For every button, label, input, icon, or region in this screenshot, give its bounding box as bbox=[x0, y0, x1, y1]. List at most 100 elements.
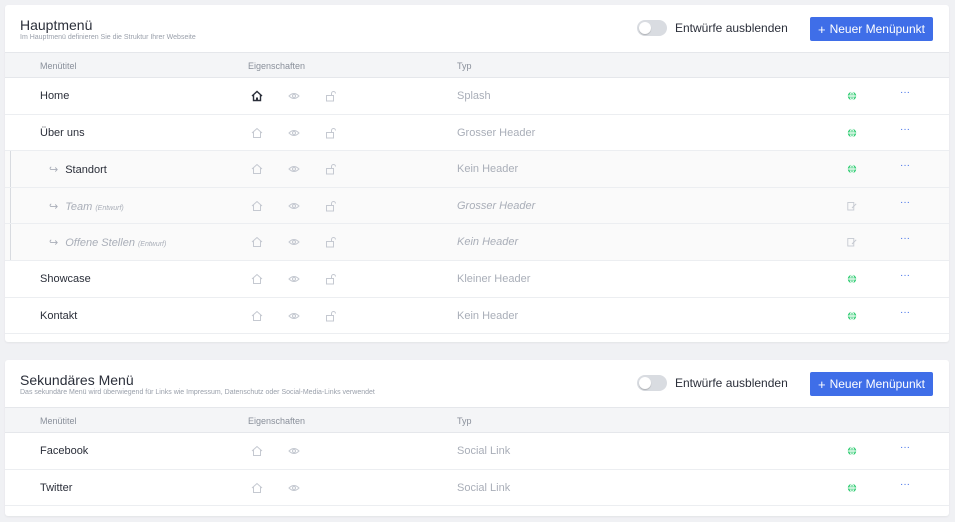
column-header-title: Menütitel bbox=[40, 416, 77, 426]
unlock-icon[interactable] bbox=[322, 197, 340, 215]
unlock-icon[interactable] bbox=[322, 160, 340, 178]
eye-icon[interactable] bbox=[285, 233, 303, 251]
menu-item-title[interactable]: Über uns bbox=[40, 127, 85, 139]
menu-item-type: Social Link bbox=[457, 445, 511, 457]
sub-item-arrow-icon: ↪ bbox=[49, 237, 59, 250]
menu-item-title[interactable]: Twitter bbox=[40, 482, 72, 494]
home-icon[interactable] bbox=[248, 87, 266, 105]
globe-icon bbox=[847, 91, 857, 101]
more-options-button[interactable]: ··· bbox=[900, 160, 910, 171]
more-options-button[interactable]: ··· bbox=[900, 124, 910, 135]
table-row[interactable]: Facebook Social Link ··· bbox=[5, 433, 949, 470]
more-options-button[interactable]: ··· bbox=[900, 197, 910, 208]
toggle-knob bbox=[639, 377, 651, 389]
menu-item-title[interactable]: Kontakt bbox=[40, 310, 77, 322]
globe-icon bbox=[847, 482, 857, 493]
sub-item-arrow-icon: ↪ bbox=[49, 164, 59, 177]
card-header: Sekundäres Menü Das sekundäre Menü wird … bbox=[5, 360, 949, 407]
home-icon[interactable] bbox=[248, 442, 266, 460]
sub-item-arrow-icon: ↪ bbox=[49, 200, 59, 213]
eye-icon[interactable] bbox=[285, 160, 303, 178]
more-options-button[interactable]: ··· bbox=[900, 479, 910, 490]
column-header-title: Menütitel bbox=[40, 61, 77, 71]
table-row[interactable]: ↪ Standort Kein Header ··· bbox=[5, 151, 949, 188]
menu-item-title[interactable]: Facebook bbox=[40, 445, 88, 457]
column-header-type: Typ bbox=[457, 416, 472, 426]
home-icon[interactable] bbox=[248, 479, 266, 497]
more-options-button[interactable]: ··· bbox=[900, 87, 910, 98]
eye-icon[interactable] bbox=[285, 479, 303, 497]
menu-item-title[interactable]: Home bbox=[40, 90, 69, 102]
table-row[interactable]: ↪ Team (Entwurf) Grosser Header ··· bbox=[5, 187, 949, 225]
menu-item-title[interactable]: ↪ Offene Stellen (Entwurf) bbox=[49, 236, 166, 249]
unlock-icon[interactable] bbox=[322, 124, 340, 142]
plus-icon: + bbox=[818, 21, 826, 37]
eye-icon[interactable] bbox=[285, 197, 303, 215]
globe-icon bbox=[847, 127, 857, 138]
card-title: Hauptmenü bbox=[20, 17, 93, 33]
home-icon[interactable] bbox=[248, 233, 266, 251]
toggle-label: Entwürfe ausblenden bbox=[675, 21, 788, 35]
draft-tag: (Entwurf) bbox=[137, 241, 167, 249]
table-row[interactable]: Showcase Kleiner Header ··· bbox=[5, 261, 949, 298]
eye-icon[interactable] bbox=[285, 307, 303, 325]
home-icon[interactable] bbox=[248, 160, 266, 178]
home-icon[interactable] bbox=[248, 307, 266, 325]
button-label: Neuer Menüpunkt bbox=[829, 22, 925, 36]
column-header-type: Typ bbox=[457, 61, 472, 71]
menu-item-title[interactable]: ↪ Team (Entwurf) bbox=[49, 200, 124, 213]
menu-item-type: Kleiner Header bbox=[457, 272, 531, 285]
hide-drafts-toggle[interactable]: Entwürfe ausblenden bbox=[637, 20, 788, 36]
secondary-menu-card: Sekundäres Menü Das sekundäre Menü wird … bbox=[5, 360, 949, 516]
unlock-icon[interactable] bbox=[322, 87, 340, 105]
eye-icon[interactable] bbox=[285, 124, 303, 142]
toggle-label: Entwürfe ausblenden bbox=[675, 376, 788, 390]
toggle-switch[interactable] bbox=[637, 20, 667, 36]
card-header: Hauptmenü Im Hauptmenü definieren Sie di… bbox=[5, 5, 949, 52]
menu-item-type: Grosser Header bbox=[457, 126, 536, 139]
card-title: Sekundäres Menü bbox=[20, 372, 134, 388]
globe-icon bbox=[847, 274, 857, 284]
more-options-button[interactable]: ··· bbox=[900, 442, 910, 453]
table-row[interactable]: Über uns Grosser Header ··· bbox=[5, 115, 949, 152]
new-menu-item-button[interactable]: + Neuer Menüpunkt bbox=[810, 372, 933, 396]
menu-item-title[interactable]: ↪ Standort bbox=[49, 163, 107, 176]
more-options-button[interactable]: ··· bbox=[900, 270, 910, 281]
eye-icon[interactable] bbox=[285, 87, 303, 105]
menu-item-type: Social Link bbox=[457, 481, 511, 494]
table-row[interactable]: Home Splash ··· bbox=[5, 78, 949, 115]
table-row[interactable]: Kontakt Kein Header ··· bbox=[5, 298, 949, 335]
unlock-icon[interactable] bbox=[322, 307, 340, 325]
column-header-properties: Eigenschaften bbox=[248, 61, 306, 71]
home-icon[interactable] bbox=[248, 197, 266, 215]
draft-tag: (Entwurf) bbox=[95, 204, 124, 212]
menu-item-type: Kein Header bbox=[457, 309, 519, 322]
unlock-icon[interactable] bbox=[322, 270, 340, 288]
menu-item-type: Kein Header bbox=[457, 236, 519, 249]
table-row[interactable]: Twitter Social Link ··· bbox=[5, 470, 949, 507]
eye-icon[interactable] bbox=[285, 270, 303, 288]
edit-icon bbox=[847, 201, 857, 211]
eye-icon[interactable] bbox=[285, 442, 303, 460]
plus-icon: + bbox=[818, 376, 826, 392]
toggle-knob bbox=[639, 22, 651, 34]
home-icon[interactable] bbox=[248, 124, 266, 142]
column-header-properties: Eigenschaften bbox=[248, 416, 306, 426]
menu-item-type: Kein Header bbox=[457, 163, 519, 176]
card-subtitle: Das sekundäre Menü wird überwiegend für … bbox=[20, 389, 375, 396]
table-row[interactable]: ↪ Offene Stellen (Entwurf) Kein Header ··· bbox=[5, 224, 949, 261]
hide-drafts-toggle[interactable]: Entwürfe ausblenden bbox=[637, 375, 788, 391]
more-options-button[interactable]: ··· bbox=[900, 307, 910, 318]
more-options-button[interactable]: ··· bbox=[900, 233, 910, 244]
button-label: Neuer Menüpunkt bbox=[829, 377, 925, 391]
unlock-icon[interactable] bbox=[322, 233, 340, 251]
home-icon[interactable] bbox=[248, 270, 266, 288]
card-subtitle: Im Hauptmenü definieren Sie die Struktur… bbox=[20, 34, 196, 41]
table-header: Menütitel Eigenschaften Typ bbox=[5, 407, 949, 433]
new-menu-item-button[interactable]: + Neuer Menüpunkt bbox=[810, 17, 933, 41]
table-header: Menütitel Eigenschaften Typ bbox=[5, 52, 949, 78]
globe-icon bbox=[847, 446, 857, 456]
menu-item-type: Grosser Header bbox=[457, 199, 536, 212]
menu-item-title[interactable]: Showcase bbox=[40, 273, 91, 285]
toggle-switch[interactable] bbox=[637, 375, 667, 391]
